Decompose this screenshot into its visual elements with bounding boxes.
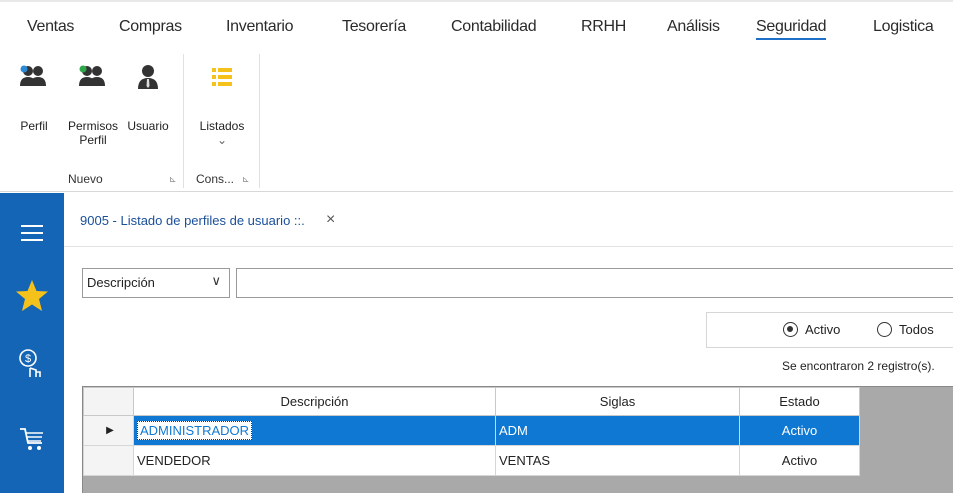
users-icon [20, 65, 46, 86]
ribbon: Perfil Permisos Perfil Usuario Listados … [0, 48, 953, 192]
dialog-launcher-icon[interactable]: ⊾ [169, 174, 177, 185]
cell-descripcion[interactable]: VENDEDOR [133, 445, 496, 476]
cell-descripcion-text: ADMINISTRADOR [137, 421, 253, 440]
table-header-row: Descripción Siglas Estado [83, 387, 860, 416]
column-header-siglas[interactable]: Siglas [495, 387, 740, 416]
chevron-down-icon: ∨ [211, 273, 221, 288]
search-input[interactable] [236, 268, 953, 298]
perfil-button[interactable]: Perfil [18, 64, 50, 133]
perfil-label: Perfil [20, 119, 48, 133]
column-header-descripcion[interactable]: Descripción [133, 387, 496, 416]
menu-tesoreria[interactable]: Tesorería [342, 18, 406, 36]
document-tabstrip: 9005 - Listado de perfiles de usuario ::… [64, 193, 953, 247]
field-select[interactable]: Descripción ∨ [82, 268, 230, 298]
menu-analisis[interactable]: Análisis [667, 18, 720, 36]
svg-text:$: $ [25, 353, 31, 365]
tab-listado-perfiles[interactable]: 9005 - Listado de perfiles de usuario ::… [80, 213, 305, 228]
radio-activo[interactable]: Activo [783, 322, 840, 337]
main-menu-bar: Ventas Compras Inventario Tesorería Cont… [0, 0, 953, 48]
group-nuevo-label: Nuevo [68, 172, 103, 186]
menu-icon[interactable] [16, 221, 48, 245]
column-header-estado[interactable]: Estado [739, 387, 860, 416]
cell-estado[interactable]: Activo [739, 445, 860, 476]
user-icon [138, 65, 158, 89]
status-filter-group: Activo Todos [706, 312, 953, 348]
cell-siglas[interactable]: VENTAS [495, 445, 740, 476]
permisos-label-2: Perfil [79, 133, 107, 147]
grid-empty-area [83, 483, 953, 493]
star-icon[interactable] [14, 278, 50, 314]
menu-inventario[interactable]: Inventario [226, 18, 294, 36]
radio-todos[interactable]: Todos [877, 322, 934, 337]
menu-contabilidad[interactable]: Contabilidad [451, 18, 537, 36]
table-row[interactable]: ▶ ADMINISTRADOR ADM Activo [83, 415, 860, 446]
listados-label: Listados [199, 119, 245, 133]
cell-siglas[interactable]: ADM [495, 415, 740, 446]
usuario-label: Usuario [127, 119, 169, 133]
records-count: Se encontraron 2 registro(s). [782, 359, 935, 373]
top-border [0, 0, 953, 2]
list-icon [212, 68, 232, 86]
close-icon[interactable]: × [326, 211, 335, 229]
ribbon-separator [259, 54, 260, 188]
radio-todos-label: Todos [899, 322, 934, 337]
row-selector-header [83, 387, 134, 416]
dialog-launcher-icon[interactable]: ⊾ [242, 174, 250, 185]
cart-icon[interactable] [16, 423, 48, 455]
profiles-table: Descripción Siglas Estado ▶ ADMINISTRADO… [83, 387, 860, 476]
radio-selected-icon [783, 322, 798, 337]
chevron-down-icon: ⌄ [216, 133, 228, 147]
ribbon-separator [183, 54, 184, 188]
permisos-perfil-button[interactable]: Permisos Perfil [66, 64, 120, 147]
menu-compras[interactable]: Compras [119, 18, 182, 36]
users-check-icon [79, 65, 105, 86]
data-grid: Descripción Siglas Estado ▶ ADMINISTRADO… [82, 386, 953, 493]
row-indicator-icon: ▶ [83, 415, 134, 446]
cell-descripcion[interactable]: ADMINISTRADOR [133, 415, 496, 446]
row-indicator [83, 445, 134, 476]
menu-ventas[interactable]: Ventas [27, 18, 74, 36]
field-select-value: Descripción [87, 275, 155, 290]
permisos-label-1: Permisos [67, 119, 118, 133]
group-consultas-label: Cons... [196, 172, 235, 186]
menu-logistica[interactable]: Logistica [873, 18, 934, 36]
usuario-button[interactable]: Usuario [124, 64, 172, 133]
menu-seguridad[interactable]: Seguridad [756, 18, 827, 40]
listados-button[interactable]: Listados ⌄ [188, 64, 256, 147]
cell-estado[interactable]: Activo [739, 415, 860, 446]
radio-activo-label: Activo [805, 322, 841, 337]
money-hand-icon[interactable]: $ [16, 348, 48, 380]
menu-rrhh[interactable]: RRHH [581, 18, 626, 36]
left-sidebar: $ [0, 193, 64, 493]
radio-unselected-icon [877, 322, 892, 337]
table-row[interactable]: VENDEDOR VENTAS Activo [83, 445, 860, 476]
